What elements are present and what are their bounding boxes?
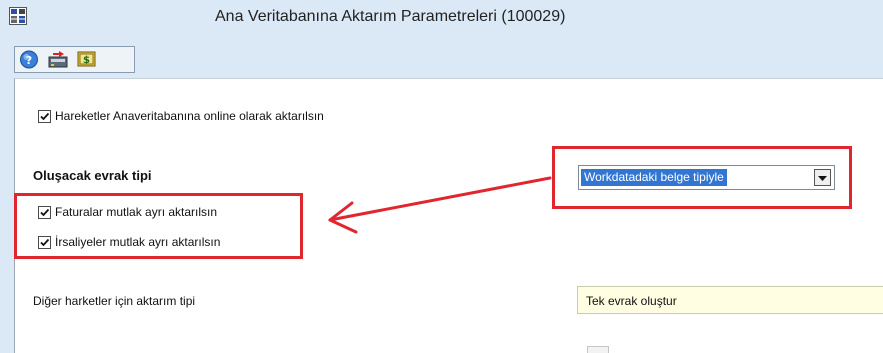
- transfer-button[interactable]: [47, 49, 69, 70]
- invoices-separate-option[interactable]: Faturalar mutlak ayrı aktarılsın: [38, 205, 217, 219]
- document-type-value: Workdatadaki belge tipiyle: [581, 169, 727, 186]
- chevron-down-icon: [818, 176, 827, 181]
- dropdown-button[interactable]: [814, 169, 831, 186]
- checkbox-highlight: [14, 193, 303, 259]
- invoices-separate-checkbox[interactable]: [38, 205, 51, 219]
- svg-text:?: ?: [26, 54, 32, 67]
- money-button[interactable]: $: [76, 49, 98, 70]
- document-type-heading: Oluşacak evrak tipi: [33, 168, 152, 183]
- other-movements-label: Diğer harketler için aktarım tipi: [33, 294, 196, 308]
- checkmark-icon: [40, 112, 50, 120]
- document-type-select[interactable]: Workdatadaki belge tipiyle: [578, 165, 835, 190]
- help-button[interactable]: ?: [18, 49, 40, 70]
- other-movements-value: Tek evrak oluştur: [586, 294, 677, 308]
- checkmark-icon: [40, 238, 50, 246]
- svg-text:$: $: [83, 55, 90, 66]
- window: Ana Veritabanına Aktarım Parametreleri (…: [0, 0, 883, 353]
- checkmark-icon: [40, 208, 50, 216]
- window-title: Ana Veritabanına Aktarım Parametreleri (…: [215, 8, 566, 25]
- online-transfer-checkbox[interactable]: [38, 109, 51, 123]
- invoices-separate-label: Faturalar mutlak ayrı aktarılsın: [55, 205, 218, 219]
- transfer-icon: [47, 49, 69, 70]
- waybills-separate-checkbox[interactable]: [38, 235, 51, 249]
- online-transfer-label: Hareketler Anaveritabanına online olarak…: [55, 109, 324, 123]
- other-movements-field[interactable]: Tek evrak oluştur: [577, 286, 883, 314]
- waybills-separate-label: İrsaliyeler mutlak ayrı aktarılsın: [55, 235, 221, 249]
- help-icon: ?: [18, 49, 40, 70]
- annotation-arrow-icon: [328, 176, 552, 234]
- partial-control[interactable]: [587, 346, 609, 353]
- waybills-separate-option[interactable]: İrsaliyeler mutlak ayrı aktarılsın: [38, 235, 220, 249]
- money-icon: $: [76, 49, 98, 70]
- toolbar: ? $: [14, 46, 135, 73]
- title-bar: Ana Veritabanına Aktarım Parametreleri (…: [0, 0, 883, 36]
- online-transfer-option[interactable]: Hareketler Anaveritabanına online olarak…: [38, 109, 324, 123]
